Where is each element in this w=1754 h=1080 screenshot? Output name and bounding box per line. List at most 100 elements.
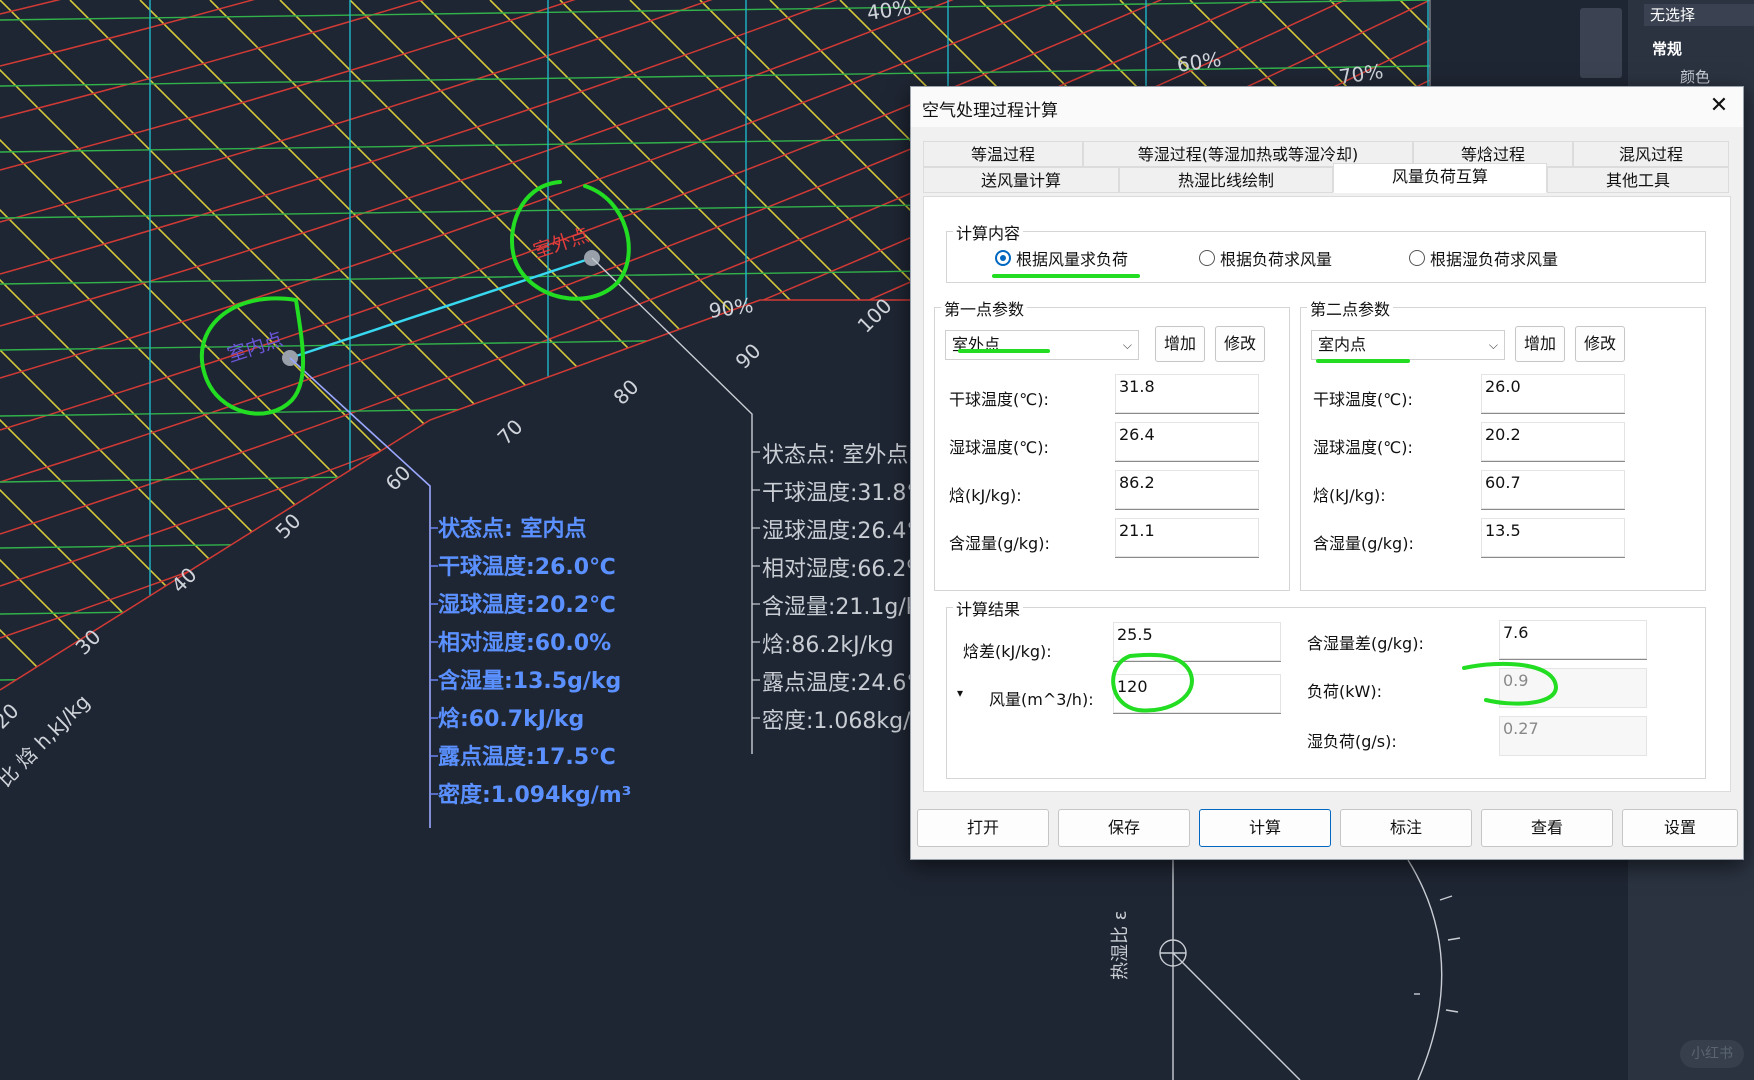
selection-dropdown[interactable]: 无选择 xyxy=(1644,4,1754,26)
close-icon[interactable]: ✕ xyxy=(1703,91,1735,121)
point1-moisture-field[interactable]: 21.1 xyxy=(1115,518,1259,558)
enthalpy-tick-50: 50 xyxy=(271,509,306,544)
radio-dot xyxy=(1199,250,1215,266)
wet-load-label: 湿负荷(g/s): xyxy=(1307,732,1397,751)
outdoor-callout-line: 含湿量:21.1g/kg xyxy=(762,595,932,620)
moisture-diff-label: 含湿量差(g/kg): xyxy=(1307,634,1424,653)
point2-moisture-field[interactable]: 13.5 xyxy=(1481,518,1625,558)
calc-content-group: 计算内容 根据风量求负荷 根据负荷求风量 根据湿负荷求风量 xyxy=(946,220,1706,283)
point1-select-value: 室外点 xyxy=(952,335,1001,354)
dialog-titlebar[interactable]: 空气处理过程计算 ✕ xyxy=(911,87,1743,127)
indoor-callout-line: 状态点: 室内点 xyxy=(438,516,586,542)
annotate-button[interactable]: 标注 xyxy=(1340,809,1472,847)
point1-wetbulb-label: 湿球温度(℃): xyxy=(949,438,1049,457)
outdoor-ticks xyxy=(752,451,760,719)
chevron-down-icon: ⌵ xyxy=(1122,338,1132,352)
protractor xyxy=(1159,859,1461,1080)
point2-drybulb-field[interactable]: 26.0 xyxy=(1481,374,1625,414)
indoor-callout-line: 湿球温度:20.2℃ xyxy=(438,592,616,618)
enthalpy-ticks: 100 90 80 70 60 50 40 30 20 xyxy=(0,294,897,734)
outdoor-callout-line: 露点温度:24.6℃ xyxy=(762,671,931,696)
point1-drybulb-field[interactable]: 31.8 xyxy=(1115,374,1259,414)
air-process-dialog: 空气处理过程计算 ✕ 等温过程 等湿过程(等湿加热或等湿冷却) 等焓过程 混风过… xyxy=(910,86,1744,860)
enthalpy-diff-field[interactable]: 25.5 xyxy=(1113,622,1281,662)
save-button[interactable]: 保存 xyxy=(1058,809,1190,847)
view-button[interactable]: 查看 xyxy=(1481,809,1613,847)
calc-content-title: 计算内容 xyxy=(953,220,1024,244)
enthalpy-tick-40: 40 xyxy=(167,563,202,598)
expand-arrow-icon[interactable]: ▾ xyxy=(957,686,963,700)
dialog-title: 空气处理过程计算 xyxy=(922,101,1058,121)
point1-add-button[interactable]: 增加 xyxy=(1155,326,1205,362)
enthalpy-tick-80: 80 xyxy=(609,375,644,410)
radio-label: 根据风量求负荷 xyxy=(1016,250,1129,269)
rh-label-60: 60% xyxy=(1175,47,1222,77)
load-label: 负荷(kW): xyxy=(1307,682,1382,701)
point1-wetbulb-field[interactable]: 26.4 xyxy=(1115,422,1259,462)
outdoor-callout-line: 湿球温度:26.4℃ xyxy=(762,519,931,544)
tab-isothermal[interactable]: 等温过程 xyxy=(923,141,1083,167)
outdoor-point-label: 室外点 xyxy=(531,224,592,263)
indoor-callout-line: 露点温度:17.5℃ xyxy=(438,744,616,770)
point1-group: 第一点参数 室外点 ⌵ 增加 修改 干球温度(℃): 31.8 湿球温度(℃):… xyxy=(934,296,1290,591)
point2-select-value: 室内点 xyxy=(1318,335,1367,354)
tab-supply-airflow[interactable]: 送风量计算 xyxy=(923,167,1119,193)
radio-dot xyxy=(995,250,1011,266)
view-cube-icon[interactable] xyxy=(1580,8,1622,78)
tab-other-tools[interactable]: 其他工具 xyxy=(1547,167,1729,193)
point1-select[interactable]: 室外点 ⌵ xyxy=(945,330,1139,360)
radio-label: 根据湿负荷求风量 xyxy=(1430,250,1559,269)
airflow-label: 风量(m^3/h): xyxy=(989,690,1094,709)
point2-edit-button[interactable]: 修改 xyxy=(1575,326,1625,362)
point2-wetbulb-field[interactable]: 20.2 xyxy=(1481,422,1625,462)
point1-edit-button[interactable]: 修改 xyxy=(1215,326,1265,362)
outdoor-callout-line: 焓:86.2kJ/kg xyxy=(762,633,894,658)
point2-enthalpy-field[interactable]: 60.7 xyxy=(1481,470,1625,510)
outdoor-callout-line: 干球温度:31.8℃ xyxy=(762,481,931,506)
point1-drybulb-label: 干球温度(℃): xyxy=(949,390,1049,409)
radio-dot xyxy=(1409,250,1425,266)
tab-page: 计算内容 根据风量求负荷 根据负荷求风量 根据湿负荷求风量 第一点参数 室外点 … xyxy=(923,196,1731,792)
point1-enthalpy-field[interactable]: 86.2 xyxy=(1115,470,1259,510)
indoor-callout-line: 焓:60.7kJ/kg xyxy=(438,706,584,732)
indoor-point-label: 室内点 xyxy=(225,328,286,367)
tab-airflow-load[interactable]: 风量负荷互算 xyxy=(1333,163,1547,193)
indoor-callout-line: 密度:1.094kg/m³ xyxy=(438,782,631,808)
radio-wetload-to-airflow[interactable]: 根据湿负荷求风量 xyxy=(1409,246,1558,270)
rh-label-70: 70% xyxy=(1337,59,1384,89)
radio-label: 根据负荷求风量 xyxy=(1220,250,1333,269)
tab-heat-moisture-ratio[interactable]: 热湿比线绘制 xyxy=(1119,167,1333,193)
settings-button[interactable]: 设置 xyxy=(1622,809,1738,847)
airflow-field[interactable]: 120 xyxy=(1113,674,1281,714)
load-field: 0.9 xyxy=(1499,668,1647,708)
watermark: 小红书 xyxy=(1680,1040,1744,1068)
tab-strip: 等温过程 等湿过程(等湿加热或等湿冷却) 等焓过程 混风过程 送风量计算 热湿比… xyxy=(923,141,1729,197)
result-title: 计算结果 xyxy=(953,596,1024,620)
enthalpy-tick-70: 70 xyxy=(493,415,528,450)
tab-mixing[interactable]: 混风过程 xyxy=(1573,141,1729,167)
radio-airflow-to-load[interactable]: 根据风量求负荷 xyxy=(995,246,1128,270)
enthalpy-tick-90: 90 xyxy=(731,339,766,374)
rh-label-40: 40% xyxy=(865,0,912,25)
point2-drybulb-label: 干球温度(℃): xyxy=(1313,390,1413,409)
enthalpy-tick-60: 60 xyxy=(381,461,416,496)
open-button[interactable]: 打开 xyxy=(917,809,1049,847)
enthalpy-diff-label: 焓差(kJ/kg): xyxy=(963,642,1052,661)
point1-title: 第一点参数 xyxy=(941,296,1028,320)
calculate-button[interactable]: 计算 xyxy=(1199,809,1331,847)
chevron-down-icon: ⌵ xyxy=(1488,338,1498,352)
moisture-diff-field[interactable]: 7.6 xyxy=(1499,620,1647,660)
properties-section-general[interactable]: 常规 xyxy=(1652,38,1682,59)
radio-load-to-airflow[interactable]: 根据负荷求风量 xyxy=(1199,246,1332,270)
protractor-label: 热湿比 ε xyxy=(1110,911,1131,980)
properties-item-color[interactable]: 颜色 xyxy=(1680,66,1710,87)
rh-curve xyxy=(0,0,1430,15)
point1-enthalpy-label: 焓(kJ/kg): xyxy=(949,486,1022,505)
point2-wetbulb-label: 湿球温度(℃): xyxy=(1313,438,1413,457)
enthalpy-tick-30: 30 xyxy=(71,625,106,660)
point2-select[interactable]: 室内点 ⌵ xyxy=(1311,330,1505,360)
indoor-callout: 状态点: 室内点 干球温度:26.0℃ 湿球温度:20.2℃ 相对湿度:60.0… xyxy=(438,516,631,808)
point2-enthalpy-label: 焓(kJ/kg): xyxy=(1313,486,1386,505)
wet-load-field: 0.27 xyxy=(1499,716,1647,756)
point2-add-button[interactable]: 增加 xyxy=(1515,326,1565,362)
